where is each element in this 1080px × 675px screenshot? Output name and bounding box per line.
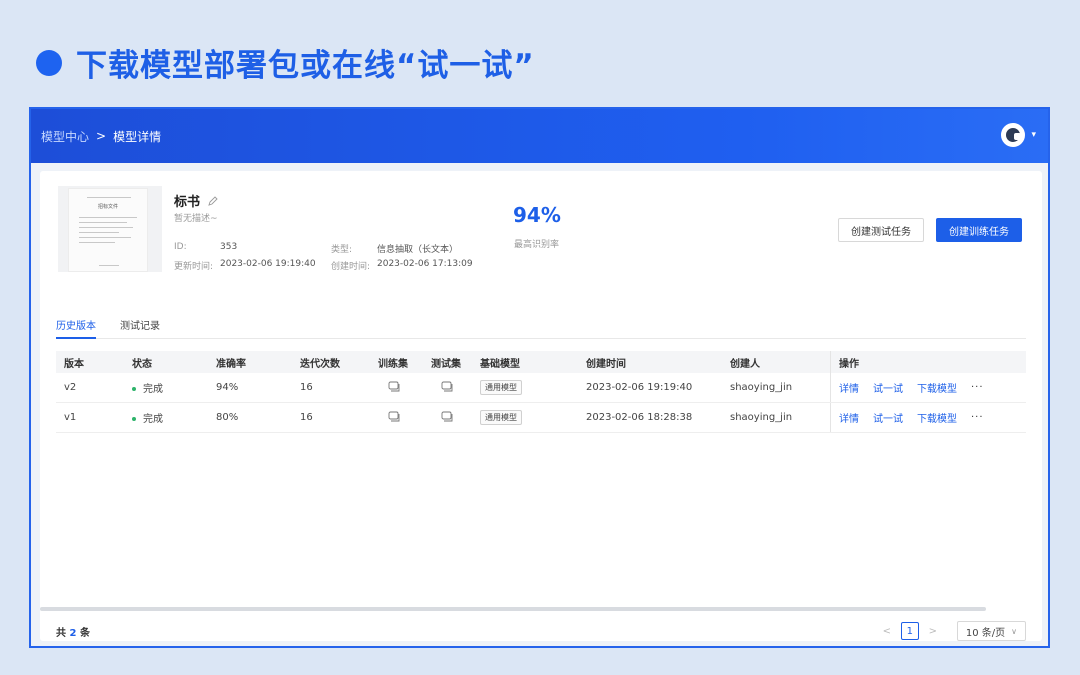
chevron-down-icon: ∨	[1011, 626, 1017, 636]
cell-base-model: 通用模型	[472, 410, 578, 425]
dataset-icon[interactable]	[388, 381, 400, 395]
meta-id: ID:	[174, 242, 187, 252]
prev-page-icon[interactable]: <	[877, 626, 897, 637]
header-actions: 操作	[830, 351, 1026, 373]
dataset-icon[interactable]	[441, 411, 453, 425]
cell-train-set	[370, 411, 423, 425]
horizontal-scrollbar[interactable]	[40, 607, 986, 611]
cell-accuracy: 80%	[216, 412, 239, 423]
cell-creator: shaoying_jin	[730, 412, 793, 423]
model-detail-card: 招标文件 标书 暂无描述~ ID: 353 类型: 信息抽取（长文本） 更新时间…	[40, 171, 1042, 641]
download-model-link[interactable]: 下载模型	[917, 380, 957, 395]
total-count: 共 2 条	[56, 627, 90, 639]
try-link[interactable]: 试一试	[873, 380, 903, 395]
versions-table: 版本 状态 准确率 迭代次数 训练集 测试集 基础模型 创建时间 创建人 操作 …	[56, 351, 1026, 433]
model-info: 招标文件 标书 暂无描述~ ID: 353 类型: 信息抽取（长文本） 更新时间…	[40, 171, 1042, 286]
tab-test-records[interactable]: 测试记录	[120, 309, 160, 338]
cell-test-set	[423, 381, 472, 395]
pagination: < 1 > 10 条/页 ∨	[877, 621, 1026, 641]
edit-icon[interactable]	[208, 191, 218, 210]
header-creator: 创建人	[730, 358, 760, 370]
cell-created-time: 2023-02-06 19:19:40	[586, 382, 693, 393]
meta-created-label: 创建时间:	[331, 262, 371, 272]
header-train-set: 训练集	[378, 358, 408, 370]
cell-iterations: 16	[300, 412, 313, 423]
page-number-current[interactable]: 1	[900, 622, 919, 640]
table-footer: 共 2 条 < 1 > 10 条/页 ∨	[56, 621, 1026, 641]
dataset-icon[interactable]	[388, 411, 400, 425]
cell-actions: 详情 试一试 下载模型 ···	[830, 373, 1026, 402]
avatar-icon[interactable]	[1001, 123, 1026, 147]
cell-accuracy: 94%	[216, 382, 239, 393]
page-heading: 下载模型部署包或在线“试一试”	[36, 40, 535, 85]
meta-type-label: 类型:	[331, 245, 353, 255]
more-icon[interactable]: ···	[971, 382, 984, 393]
header-version: 版本	[64, 358, 84, 370]
model-name: 标书	[174, 195, 201, 210]
header-base-model: 基础模型	[480, 358, 520, 370]
document-thumbnail: 招标文件	[58, 186, 162, 272]
header-state: 状态	[132, 358, 152, 370]
top-bar: 模型中心 > 模型详情 ▾	[31, 109, 1048, 163]
header-accuracy: 准确率	[216, 358, 246, 370]
cell-created-time: 2023-02-06 18:28:38	[586, 412, 693, 423]
app-window: 模型中心 > 模型详情 ▾ 招标文件 标书 暂无描述~ ID: 353 类型: …	[29, 107, 1050, 648]
heading-text: 下载模型部署包或在线“试一试”	[76, 48, 535, 84]
thumbnail-title: 招标文件	[97, 204, 118, 210]
cell-version: v2	[64, 382, 77, 393]
thumbnail-page: 招标文件	[68, 188, 148, 272]
cell-train-set	[370, 381, 423, 395]
meta-id-label: ID:	[174, 242, 187, 252]
base-model-tag: 通用模型	[480, 410, 522, 425]
meta-updated-label: 更新时间:	[174, 262, 214, 272]
page-size-select[interactable]: 10 条/页 ∨	[956, 621, 1026, 641]
best-accuracy-label: 最高识别率	[514, 240, 560, 250]
breadcrumb-parent[interactable]: 模型中心	[41, 128, 89, 145]
table-header: 版本 状态 准确率 迭代次数 训练集 测试集 基础模型 创建时间 创建人 操作	[56, 351, 1026, 373]
header-created-time: 创建时间	[586, 358, 626, 370]
tab-bar: 历史版本 测试记录	[56, 309, 1026, 339]
try-link[interactable]: 试一试	[873, 410, 903, 425]
cell-state: 完成	[124, 380, 208, 395]
status-dot	[132, 387, 136, 391]
cell-iterations: 16	[300, 382, 313, 393]
breadcrumb-separator: >	[96, 129, 107, 143]
create-train-task-button[interactable]: 创建训练任务	[936, 218, 1022, 242]
meta-created-value: 2023-02-06 17:13:09	[377, 259, 473, 269]
download-model-link[interactable]: 下载模型	[917, 410, 957, 425]
detail-link[interactable]: 详情	[839, 380, 859, 395]
header-iterations: 迭代次数	[300, 358, 340, 370]
meta-id-value: 353	[220, 242, 238, 252]
table-row: v2 完成 94% 16 通用模型 2023-02-06 19:19:40 sh…	[56, 373, 1026, 403]
bullet-dot	[36, 49, 62, 76]
create-test-task-button[interactable]: 创建测试任务	[838, 218, 924, 242]
cell-base-model: 通用模型	[472, 380, 578, 395]
detail-link[interactable]: 详情	[839, 410, 859, 425]
cell-version: v1	[64, 412, 77, 423]
base-model-tag: 通用模型	[480, 380, 522, 395]
meta-type-value: 信息抽取（长文本）	[377, 245, 459, 255]
cell-actions: 详情 试一试 下载模型 ···	[830, 403, 1026, 432]
page-size-value: 10 条/页	[965, 627, 1006, 639]
status-dot	[132, 417, 136, 421]
status-text: 完成	[143, 384, 163, 395]
total-count-number: 2	[69, 627, 77, 639]
tab-history-versions[interactable]: 历史版本	[56, 309, 96, 339]
status-text: 完成	[143, 414, 163, 425]
dataset-icon[interactable]	[441, 381, 453, 395]
model-description: 暂无描述~	[174, 214, 218, 224]
cell-creator: shaoying_jin	[730, 382, 793, 393]
next-page-icon[interactable]: >	[923, 626, 943, 637]
cell-test-set	[423, 411, 472, 425]
best-accuracy-value: 94%	[513, 203, 561, 227]
more-icon[interactable]: ···	[971, 412, 984, 423]
table-row: v1 完成 80% 16 通用模型 2023-02-06 18:28:38 sh…	[56, 403, 1026, 433]
breadcrumb-current: 模型详情	[113, 129, 162, 144]
cell-state: 完成	[124, 410, 208, 425]
meta-updated-value: 2023-02-06 19:19:40	[220, 259, 316, 269]
user-menu[interactable]: ▾	[1001, 123, 1036, 147]
header-test-set: 测试集	[431, 358, 461, 370]
caret-down-icon[interactable]: ▾	[1031, 130, 1036, 140]
